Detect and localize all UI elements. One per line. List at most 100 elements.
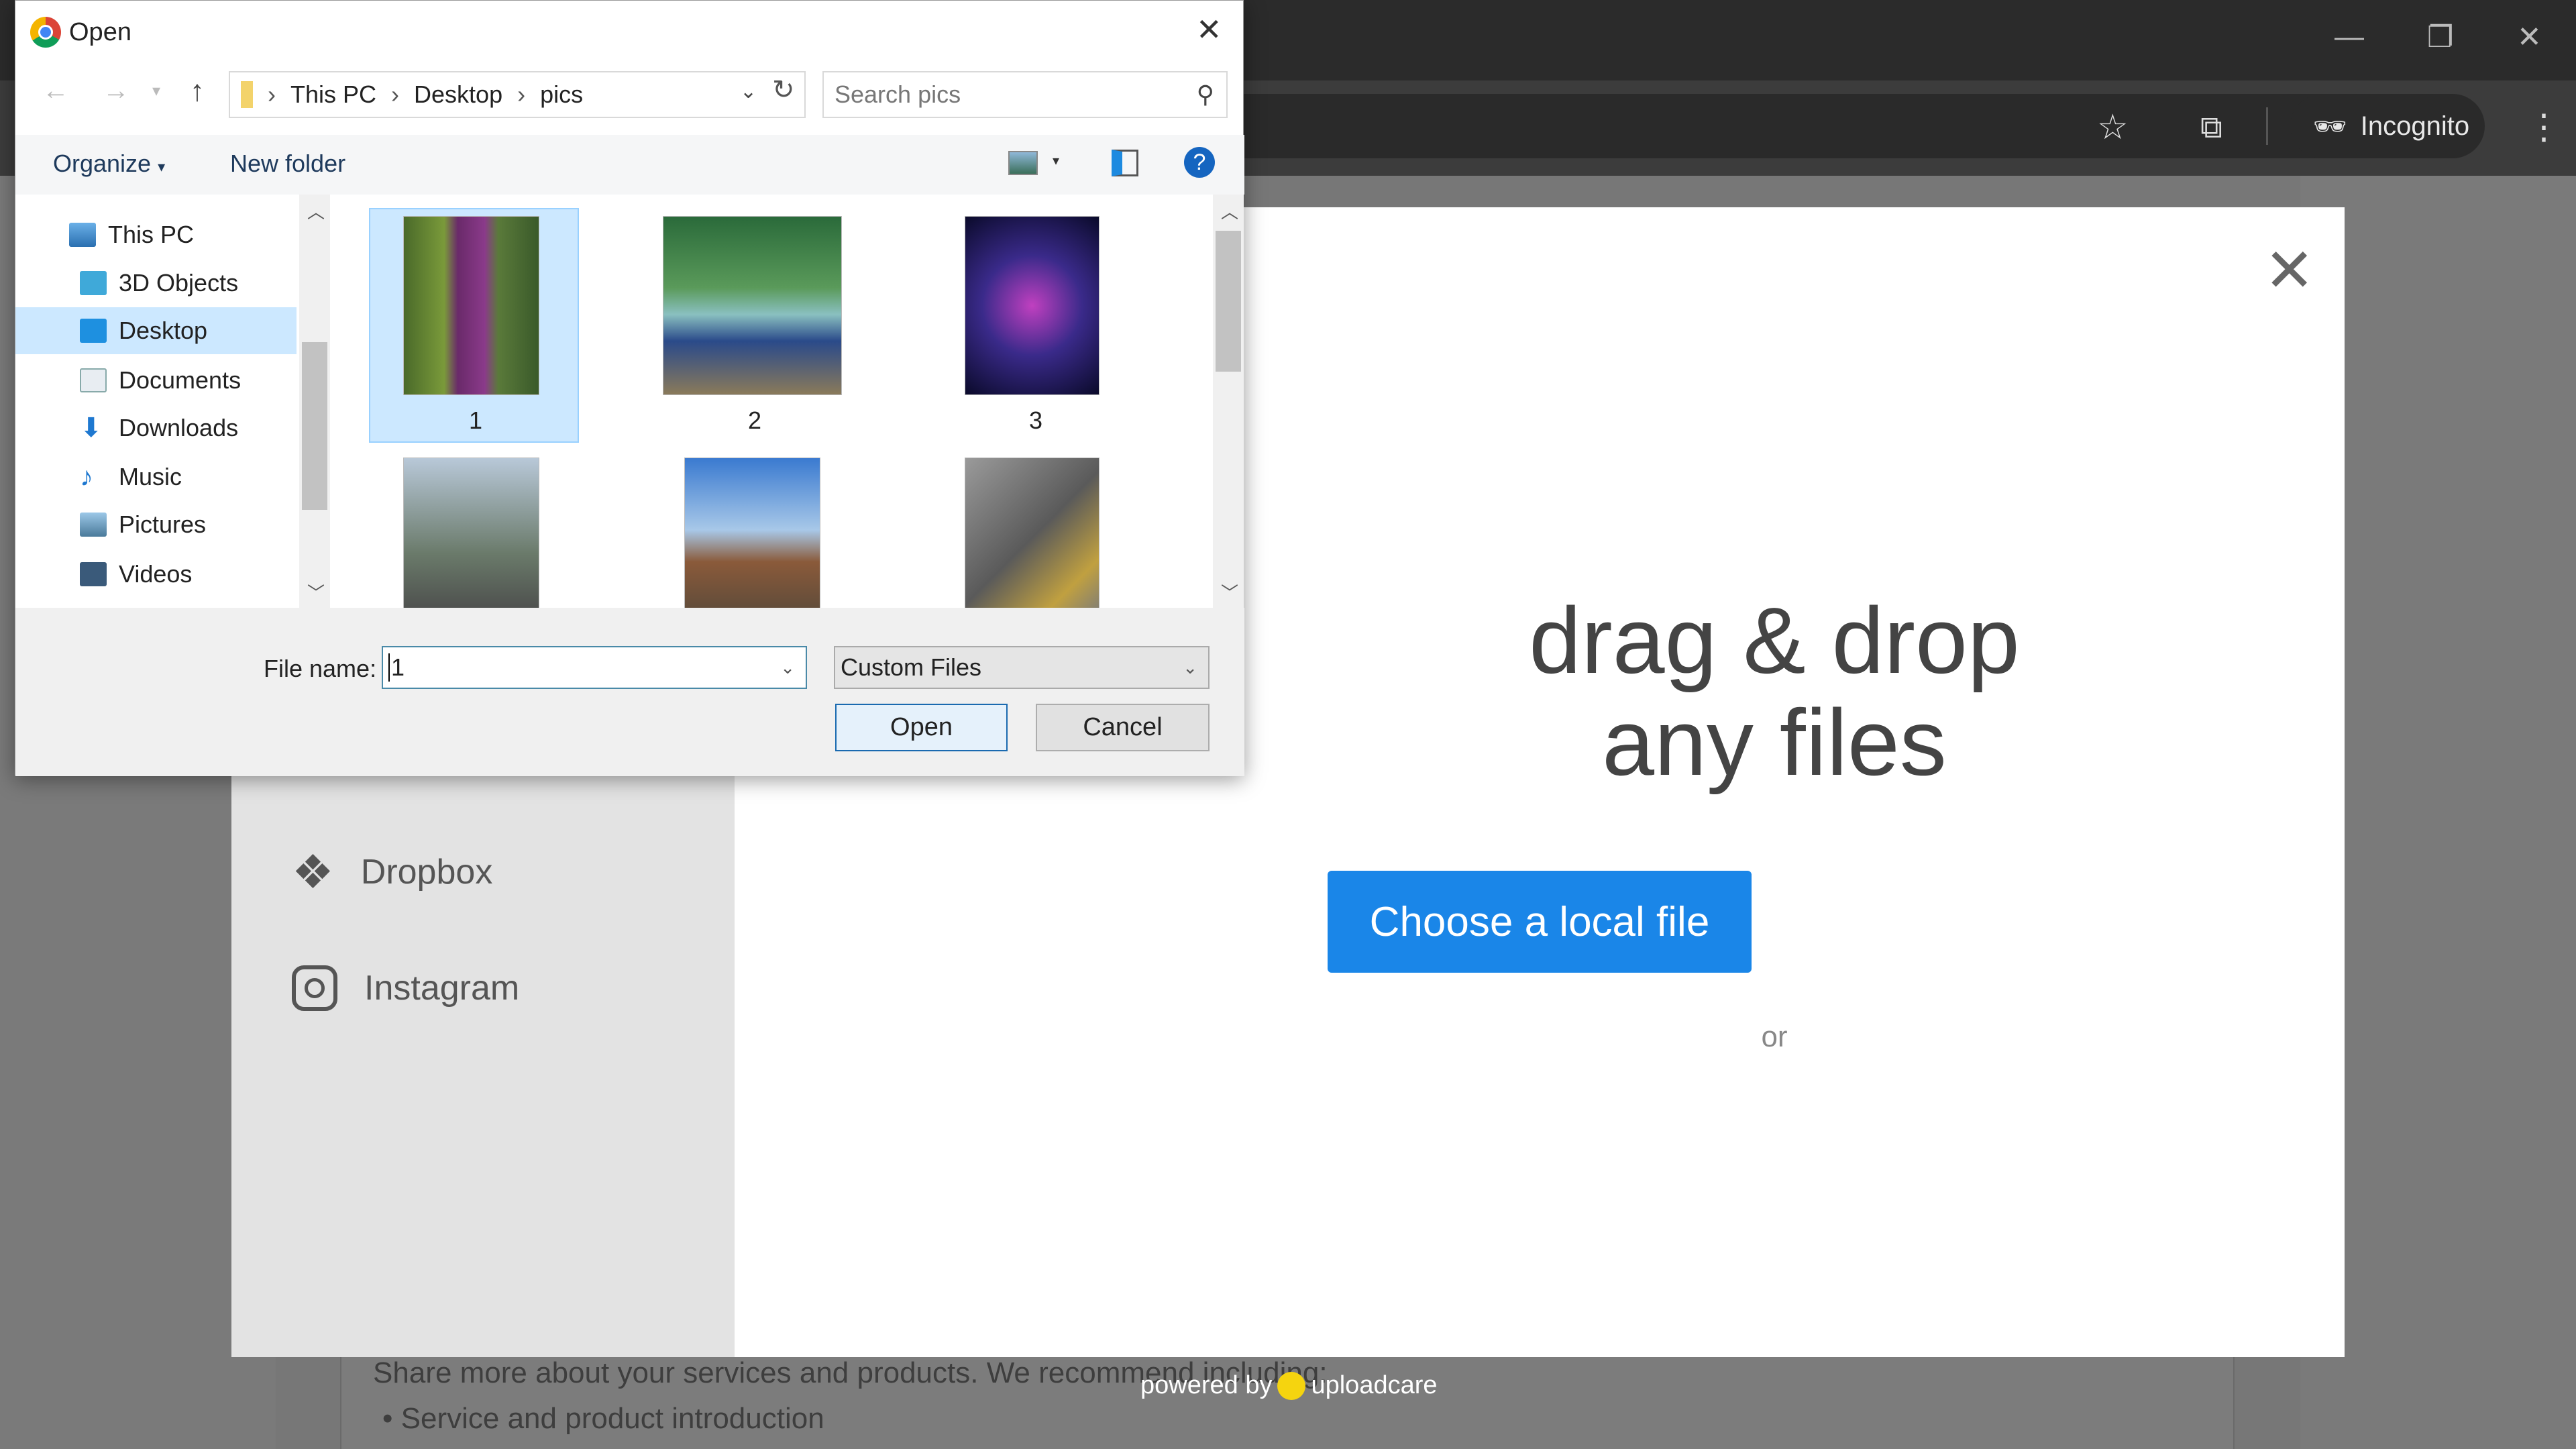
organize-button[interactable]: Organize ▾ [53, 150, 165, 178]
thumbnail-1[interactable] [403, 216, 539, 395]
nav-item-videos[interactable]: Videos [15, 551, 297, 598]
documents-icon [80, 368, 107, 392]
drop-line-1: drag & drop [1529, 588, 2020, 693]
menu-icon[interactable]: ⋮ [2526, 107, 2561, 148]
nav-label: This PC [108, 221, 195, 248]
command-bar: Organize ▾ New folder ▾ ? [15, 135, 1244, 195]
thumbnail-6[interactable] [965, 458, 1099, 608]
restore-icon[interactable]: ❐ [2427, 20, 2453, 54]
close-icon[interactable]: ✕ [2264, 241, 2314, 301]
open-button[interactable]: Open [835, 704, 1008, 751]
address-bar[interactable] [1140, 94, 2435, 158]
thumbnail-3[interactable] [965, 216, 1099, 395]
nav-label: Downloads [119, 414, 239, 441]
breadcrumb-item[interactable]: pics [540, 80, 583, 109]
powered-by[interactable]: powered by uploadcare [1140, 1371, 1438, 1400]
view-dropdown-icon[interactable]: ▾ [1053, 152, 1059, 169]
toolbar-divider [2266, 107, 2268, 145]
nav-label: Music [119, 463, 182, 490]
cube-icon [80, 271, 107, 295]
view-icon[interactable] [1008, 151, 1038, 175]
desktop-icon [80, 319, 107, 343]
search-placeholder: Search pics [835, 80, 961, 108]
incognito-button[interactable]: 🕶 Incognito [2290, 94, 2485, 158]
chrome-icon [30, 17, 61, 48]
file-name-input[interactable]: 1 ⌄ [382, 646, 807, 689]
thumbnail-4[interactable] [403, 458, 539, 608]
computer-icon [69, 223, 96, 247]
pictures-icon [80, 513, 107, 537]
source-label: Instagram [364, 969, 520, 1008]
instagram-icon [292, 965, 337, 1011]
breadcrumb-item[interactable]: Desktop [414, 80, 502, 109]
breadcrumb[interactable]: › This PC › Desktop › pics [229, 71, 806, 118]
chevron-down-icon: ⌄ [1183, 657, 1197, 678]
address-dropdown-icon[interactable]: ⌄ [740, 80, 757, 103]
navigation-pane: This PC 3D Objects Desktop Documents ⬇ Do… [15, 195, 298, 608]
new-folder-button[interactable]: New folder [230, 150, 345, 178]
dropbox-icon: ❖ [292, 846, 334, 898]
drop-line-2: any files [1602, 690, 1947, 795]
uploadcare-logo-icon [1277, 1371, 1306, 1400]
dialog-title: Open [69, 18, 131, 46]
close-icon[interactable]: ✕ [2517, 20, 2542, 54]
forward-icon[interactable]: → [103, 76, 129, 106]
thumbnail-2[interactable] [663, 216, 842, 395]
file-type-select[interactable]: Custom Files ⌄ [834, 646, 1210, 689]
nav-item-music[interactable]: ♪ Music [15, 453, 297, 500]
cancel-button[interactable]: Cancel [1036, 704, 1210, 751]
star-icon[interactable]: ☆ [2097, 107, 2129, 148]
organize-label: Organize [53, 150, 152, 177]
search-input[interactable]: Search pics ⚲ [822, 71, 1228, 118]
up-icon[interactable]: ↑ [190, 74, 205, 108]
back-icon[interactable]: ← [42, 76, 69, 106]
bullet-item: • Service and product introduction [382, 1402, 824, 1435]
extensions-icon[interactable]: ⧉ [2200, 109, 2222, 146]
source-instagram[interactable]: Instagram [292, 965, 519, 1011]
choose-local-file-button[interactable]: Choose a local file [1328, 871, 1752, 973]
file-type-value: Custom Files [841, 653, 982, 681]
help-icon[interactable]: ? [1184, 147, 1215, 178]
nav-label: Videos [119, 560, 193, 588]
source-dropbox[interactable]: ❖ Dropbox [292, 845, 492, 900]
file-scrollbar[interactable]: ︿ ﹀ [1213, 195, 1244, 608]
nav-scrollbar[interactable]: ︿ ﹀ [299, 195, 330, 608]
nav-item-this-pc[interactable]: This PC [15, 211, 297, 258]
nav-item-3d-objects[interactable]: 3D Objects [15, 260, 297, 307]
chevron-down-icon: ⌄ [780, 657, 795, 678]
brand-text: uploadcare [1311, 1371, 1438, 1399]
file-label: 3 [1028, 407, 1043, 434]
nav-item-downloads[interactable]: ⬇ Downloads [15, 405, 297, 451]
incognito-label: Incognito [2360, 111, 2470, 141]
recent-dropdown-icon[interactable]: ▾ [152, 81, 160, 101]
thumbnail-5[interactable] [684, 458, 820, 608]
open-file-dialog: Open ✕ ← → ▾ ↑ › This PC › Desktop › pics ⌄… [15, 0, 1244, 776]
drop-zone-text: drag & drop any files [1137, 590, 2412, 794]
refresh-icon[interactable]: ↻ [772, 74, 795, 105]
folder-icon [241, 81, 253, 108]
minimize-icon[interactable]: — [2334, 20, 2364, 54]
nav-label: Pictures [119, 511, 207, 538]
search-icon: ⚲ [1196, 80, 1214, 108]
breadcrumb-item[interactable]: This PC [290, 80, 376, 109]
file-label: 2 [747, 407, 762, 434]
nav-item-documents[interactable]: Documents [15, 357, 297, 404]
file-list: 1 2 3 [336, 195, 1213, 608]
source-label: Dropbox [360, 853, 493, 892]
download-icon: ⬇ [80, 413, 103, 443]
powered-by-text: powered by [1140, 1371, 1273, 1399]
preview-pane-icon[interactable] [1112, 150, 1138, 176]
nav-label: Desktop [119, 317, 208, 344]
or-text: or [1761, 1020, 1788, 1053]
videos-icon [80, 562, 107, 586]
file-name-label: File name: [264, 655, 377, 682]
nav-label: Documents [119, 366, 241, 394]
nav-item-pictures[interactable]: Pictures [15, 501, 297, 548]
file-name-value: 1 [388, 653, 405, 682]
dialog-footer: File name: 1 ⌄ Custom Files ⌄ Open Cancel [15, 608, 1244, 776]
music-icon: ♪ [80, 462, 93, 492]
close-icon[interactable]: ✕ [1196, 11, 1222, 48]
nav-label: 3D Objects [119, 269, 239, 297]
incognito-icon: 🕶 [2313, 111, 2347, 142]
nav-item-desktop[interactable]: Desktop [15, 307, 297, 354]
